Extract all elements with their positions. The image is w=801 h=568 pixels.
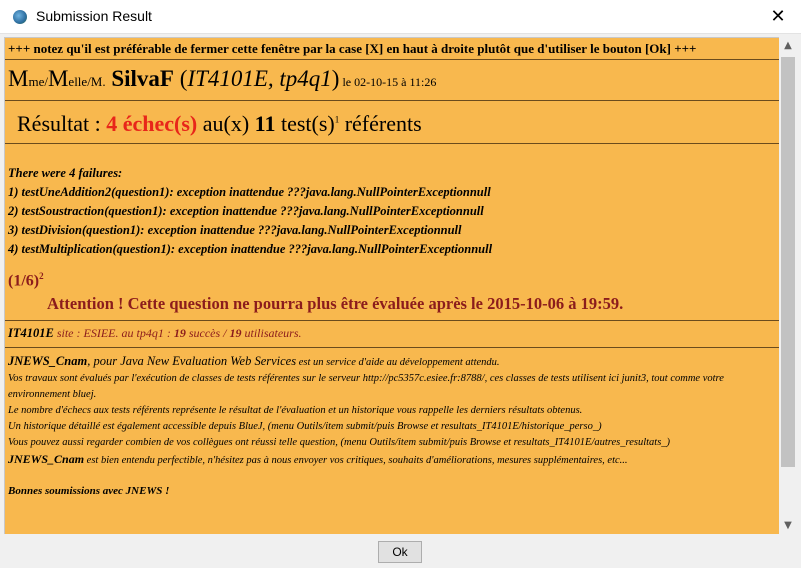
info-l6: est bien entendu perfectible, n'hésitez …	[84, 455, 628, 467]
vertical-scrollbar[interactable]: ▲ ▼	[779, 37, 797, 534]
jnews-expansion: Java New Evaluation Web Services	[120, 354, 297, 369]
jnews-name-2: JNEWS_Cnam	[8, 452, 85, 467]
info-line-6: JNEWS_Cnam est bien entendu perfectible,…	[8, 451, 776, 469]
info-line-2: Vos travaux sont évalués par l'exécution…	[8, 373, 724, 401]
info-line-5: Vous pouvez aussi regarder combien de vo…	[8, 437, 671, 449]
dialog-footer: Ok	[0, 534, 801, 568]
course-open: (	[173, 66, 188, 91]
failure-item: 2) testSoustraction(question1): exceptio…	[8, 204, 484, 218]
user-name: SilvaF	[111, 66, 174, 91]
failure-item: 1) testUneAddition2(question1): exceptio…	[8, 185, 491, 199]
result-end: référents	[339, 111, 422, 136]
title-m1: M	[8, 66, 29, 91]
scroll-down-icon[interactable]: ▼	[779, 517, 797, 534]
success-count: 19	[173, 326, 186, 341]
title-bar: Submission Result ✕	[0, 0, 801, 34]
success-label: succès /	[185, 326, 230, 341]
failure-item: 3) testDivision(question1): exception in…	[8, 223, 462, 237]
window-title: Submission Result	[36, 8, 152, 24]
info-line-1: JNEWS_Cnam, pour Java New Evaluation Web…	[8, 353, 776, 371]
course-tp: tp4q1	[136, 326, 164, 341]
warning-banner: +++ notez qu'il est préférable de fermer…	[5, 38, 779, 60]
title-me: me	[28, 74, 45, 89]
failure-item: 4) testMultiplication(question1): except…	[8, 242, 493, 256]
info-rest: est un service d'aide au développement a…	[296, 357, 500, 369]
closing-message: Bonnes soumissions avec JNEWS !	[8, 485, 170, 498]
info-line-4: Un historique détaillé est également acc…	[8, 421, 602, 433]
java-globe-icon	[13, 10, 27, 24]
result-panel: +++ notez qu'il est préférable de fermer…	[4, 37, 780, 536]
users-label: utilisateurs.	[241, 326, 302, 341]
fraction-value: (1/6)	[8, 272, 40, 290]
ok-button[interactable]: Ok	[378, 541, 422, 563]
course-ref: IT4101E, tp4q1	[187, 66, 332, 91]
deadline-warning: Attention ! Cette question ne pourra plu…	[47, 294, 624, 314]
info-pour: , pour	[87, 354, 121, 369]
title-slash2: /M.	[87, 74, 106, 89]
scroll-up-icon[interactable]: ▲	[779, 37, 797, 54]
attempt-fraction: (1/6)2	[8, 271, 776, 290]
info-section: JNEWS_Cnam, pour Java New Evaluation Web…	[5, 348, 779, 499]
users-count: 19	[229, 326, 242, 341]
scroll-thumb[interactable]	[781, 57, 795, 467]
fail-count: 4 échec(s)	[106, 111, 198, 136]
course-stats: IT4101E site : ESIEE. au tp4q1 : 19 succ…	[5, 321, 779, 349]
title-m2: M	[47, 66, 69, 91]
course-code: IT4101E	[8, 326, 54, 341]
result-label: Résultat :	[17, 111, 107, 136]
title-elle: elle	[68, 74, 88, 89]
course-au: au	[118, 326, 137, 341]
user-line: Mme/Melle/M. SilvaF (IT4101E, tp4q1) le …	[5, 60, 779, 101]
submission-date: le 02-10-15 à 11:26	[339, 75, 437, 89]
footnote-2: 2	[39, 271, 44, 281]
course-colon: :	[163, 326, 174, 341]
result-line: Résultat : 4 échec(s) au(x) 11 test(s)1 …	[5, 101, 779, 144]
close-button[interactable]: ✕	[755, 0, 801, 33]
failures-section: There were 4 failures: 1) testUneAdditio…	[5, 144, 779, 322]
course-site: site : ESIEE.	[53, 326, 119, 341]
failures-list: There were 4 failures: 1) testUneAdditio…	[8, 144, 776, 259]
info-line-3: Le nombre d'échecs aux tests référents r…	[8, 405, 583, 417]
test-count: 11	[254, 111, 276, 136]
result-middle: au(x)	[197, 111, 255, 136]
failures-header: There were 4 failures:	[8, 166, 123, 180]
jnews-name: JNEWS_Cnam	[8, 354, 88, 369]
test-word: test(s)	[275, 111, 335, 136]
